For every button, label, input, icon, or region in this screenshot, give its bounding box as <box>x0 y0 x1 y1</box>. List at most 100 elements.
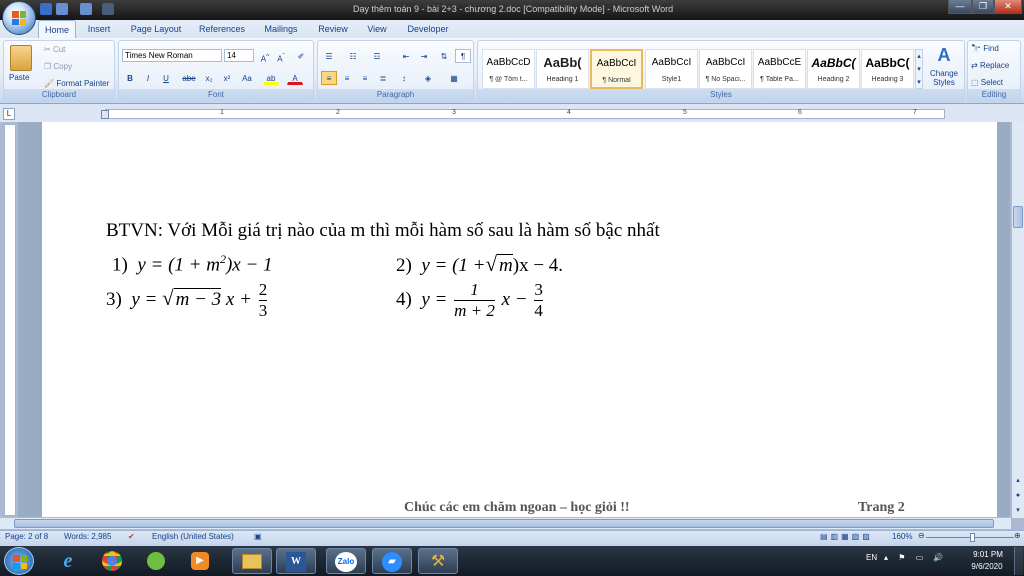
chrome-icon[interactable] <box>92 548 132 574</box>
replace-button[interactable]: ⇄ Replace <box>971 61 1009 70</box>
close-button[interactable]: ✕ <box>994 0 1022 14</box>
zoom-in-icon[interactable]: ⊕ <box>1014 531 1021 540</box>
line-spacing-icon[interactable]: ↕ <box>396 71 412 85</box>
style-toc[interactable]: AaBbCcD ¶ @ Tôm t... <box>482 49 535 89</box>
horizontal-ruler[interactable] <box>105 109 945 119</box>
change-case-button[interactable]: Aa <box>237 71 257 85</box>
style-heading-1[interactable]: AaBb(Heading 1 <box>536 49 589 89</box>
italic-button[interactable]: I <box>140 71 156 85</box>
copy-button[interactable]: ❐ Copy <box>44 62 72 71</box>
bullets-icon[interactable]: ☰ <box>321 49 337 63</box>
undo-icon[interactable] <box>56 3 68 15</box>
clear-formatting-icon[interactable]: ✐ <box>293 49 309 63</box>
zoom-slider[interactable]: ⊖ ⊕ <box>918 531 1022 544</box>
tab-references[interactable]: References <box>194 20 250 38</box>
page-count[interactable]: Page: 2 of 8 <box>5 532 48 541</box>
style-no-spacing[interactable]: AaBbCcI ¶ No Spaci... <box>699 49 752 89</box>
align-right-icon[interactable]: ≡ <box>357 71 373 85</box>
change-styles-button[interactable]: Change Styles <box>926 69 962 87</box>
customize-quick-access-icon[interactable] <box>102 3 114 15</box>
styles-scroll-icon[interactable]: ▴ ▾ ▾ <box>915 49 923 89</box>
paste-icon[interactable] <box>10 45 32 71</box>
style-heading-2[interactable]: AaBbC(Heading 2 <box>807 49 860 89</box>
maximize-button[interactable]: ❐ <box>972 0 994 14</box>
font-family-select[interactable]: Times New Roman <box>122 49 222 62</box>
shrink-font-icon[interactable]: Aˇ <box>273 49 289 64</box>
align-left-icon[interactable]: ≡ <box>321 71 337 85</box>
bold-button[interactable]: B <box>122 71 138 85</box>
style-table-paragraph[interactable]: AaBbCcE ¶ Table Pa... <box>753 49 806 89</box>
vertical-scroll-thumb[interactable] <box>1013 206 1023 228</box>
show-desktop-button[interactable] <box>1014 547 1023 575</box>
next-page-icon[interactable]: ▾ <box>1013 506 1023 516</box>
tab-page-layout[interactable]: Page Layout <box>126 20 186 38</box>
app-icon[interactable] <box>136 548 176 574</box>
decrease-indent-icon[interactable]: ⇤ <box>398 49 414 63</box>
shading-icon[interactable]: ◈ <box>420 71 436 85</box>
align-center-icon[interactable]: ≡ <box>339 71 355 85</box>
multilevel-list-icon[interactable]: ☲ <box>369 49 385 63</box>
tab-mailings[interactable]: Mailings <box>258 20 304 38</box>
ruler-number: 4 <box>567 109 571 116</box>
horizontal-scrollbar[interactable] <box>0 517 1011 529</box>
clock-time[interactable]: 9:01 PM <box>970 550 1006 559</box>
tab-developer[interactable]: Developer <box>402 20 454 38</box>
proofing-icon[interactable]: ✔ <box>128 532 135 541</box>
indent-marker-icon[interactable] <box>101 110 109 119</box>
file-explorer-icon[interactable] <box>232 548 272 574</box>
tab-view[interactable]: View <box>360 20 394 38</box>
underline-button[interactable]: U <box>158 71 174 85</box>
cut-button[interactable]: ✂ Cut <box>44 45 65 54</box>
language-indicator[interactable]: English (United States) <box>152 532 234 541</box>
minimize-button[interactable]: — <box>948 0 972 14</box>
justify-icon[interactable]: ≣ <box>375 71 391 85</box>
tray-icons[interactable]: ▴ ⚑ ▭ 🔊 <box>884 553 947 562</box>
word-taskbar-icon[interactable]: W <box>276 548 316 574</box>
style-heading-3[interactable]: AaBbC(Heading 3 <box>861 49 914 89</box>
language-bar[interactable]: EN <box>866 553 877 562</box>
format-painter-button[interactable]: 🖌 Format Painter <box>44 79 109 88</box>
grow-font-icon[interactable]: A^ <box>257 49 273 64</box>
sort-icon[interactable]: ⇅ <box>436 49 452 63</box>
highlight-icon[interactable]: ab <box>263 71 279 85</box>
browse-object-icon[interactable]: ● <box>1013 492 1023 502</box>
start-button[interactable] <box>4 547 34 575</box>
superscript-button[interactable]: x² <box>219 71 235 85</box>
internet-explorer-icon[interactable]: e <box>48 548 88 574</box>
document-page[interactable]: BTVN: Với Mỗi giá trị nào của m thì mỗi … <box>42 122 997 518</box>
redo-icon[interactable] <box>80 3 92 15</box>
vertical-ruler[interactable] <box>4 124 16 516</box>
tab-selector-button[interactable]: L <box>3 108 15 120</box>
style-style1[interactable]: AaBbCcI Style1 <box>645 49 698 89</box>
zoom-taskbar-icon[interactable]: ▰ <box>372 548 412 574</box>
zalo-taskbar-icon[interactable]: Zalo <box>326 548 366 574</box>
zoom-out-icon[interactable]: ⊖ <box>918 531 925 540</box>
vertical-scrollbar[interactable]: ▴ ● ▾ <box>1011 122 1024 518</box>
paste-button[interactable]: Paste <box>9 73 29 82</box>
font-color-icon[interactable]: A <box>287 71 303 85</box>
numbering-icon[interactable]: ☷ <box>345 49 361 63</box>
macro-record-icon[interactable]: ▣ <box>254 532 262 541</box>
media-player-icon[interactable]: ▶ <box>180 548 220 574</box>
horizontal-scroll-thumb[interactable] <box>14 519 994 528</box>
previous-page-icon[interactable]: ▴ <box>1013 476 1023 486</box>
tools-taskbar-icon[interactable]: ⚒ <box>418 548 458 574</box>
tab-home[interactable]: Home <box>38 20 76 38</box>
save-icon[interactable] <box>40 3 52 15</box>
show-formatting-marks-icon[interactable]: ¶ <box>455 49 471 63</box>
find-button[interactable]: 🔭 Find <box>971 44 999 53</box>
borders-icon[interactable]: ▦ <box>446 71 462 85</box>
zoom-level[interactable]: 160% <box>892 532 912 541</box>
style-normal[interactable]: AaBbCcI ¶ Normal <box>590 49 643 89</box>
select-button[interactable]: ⬚ Select <box>971 78 1003 87</box>
increase-indent-icon[interactable]: ⇥ <box>416 49 432 63</box>
strikethrough-button[interactable]: abe <box>179 71 199 85</box>
office-button[interactable] <box>2 1 36 35</box>
subscript-button[interactable]: x₂ <box>201 71 217 85</box>
word-count[interactable]: Words: 2,985 <box>64 532 111 541</box>
tab-insert[interactable]: Insert <box>80 20 118 38</box>
view-buttons[interactable]: ▤▥▦▧▨ <box>820 532 873 541</box>
font-size-select[interactable]: 14 <box>224 49 254 62</box>
clock-date[interactable]: 9/6/2020 <box>966 562 1008 571</box>
tab-review[interactable]: Review <box>312 20 354 38</box>
